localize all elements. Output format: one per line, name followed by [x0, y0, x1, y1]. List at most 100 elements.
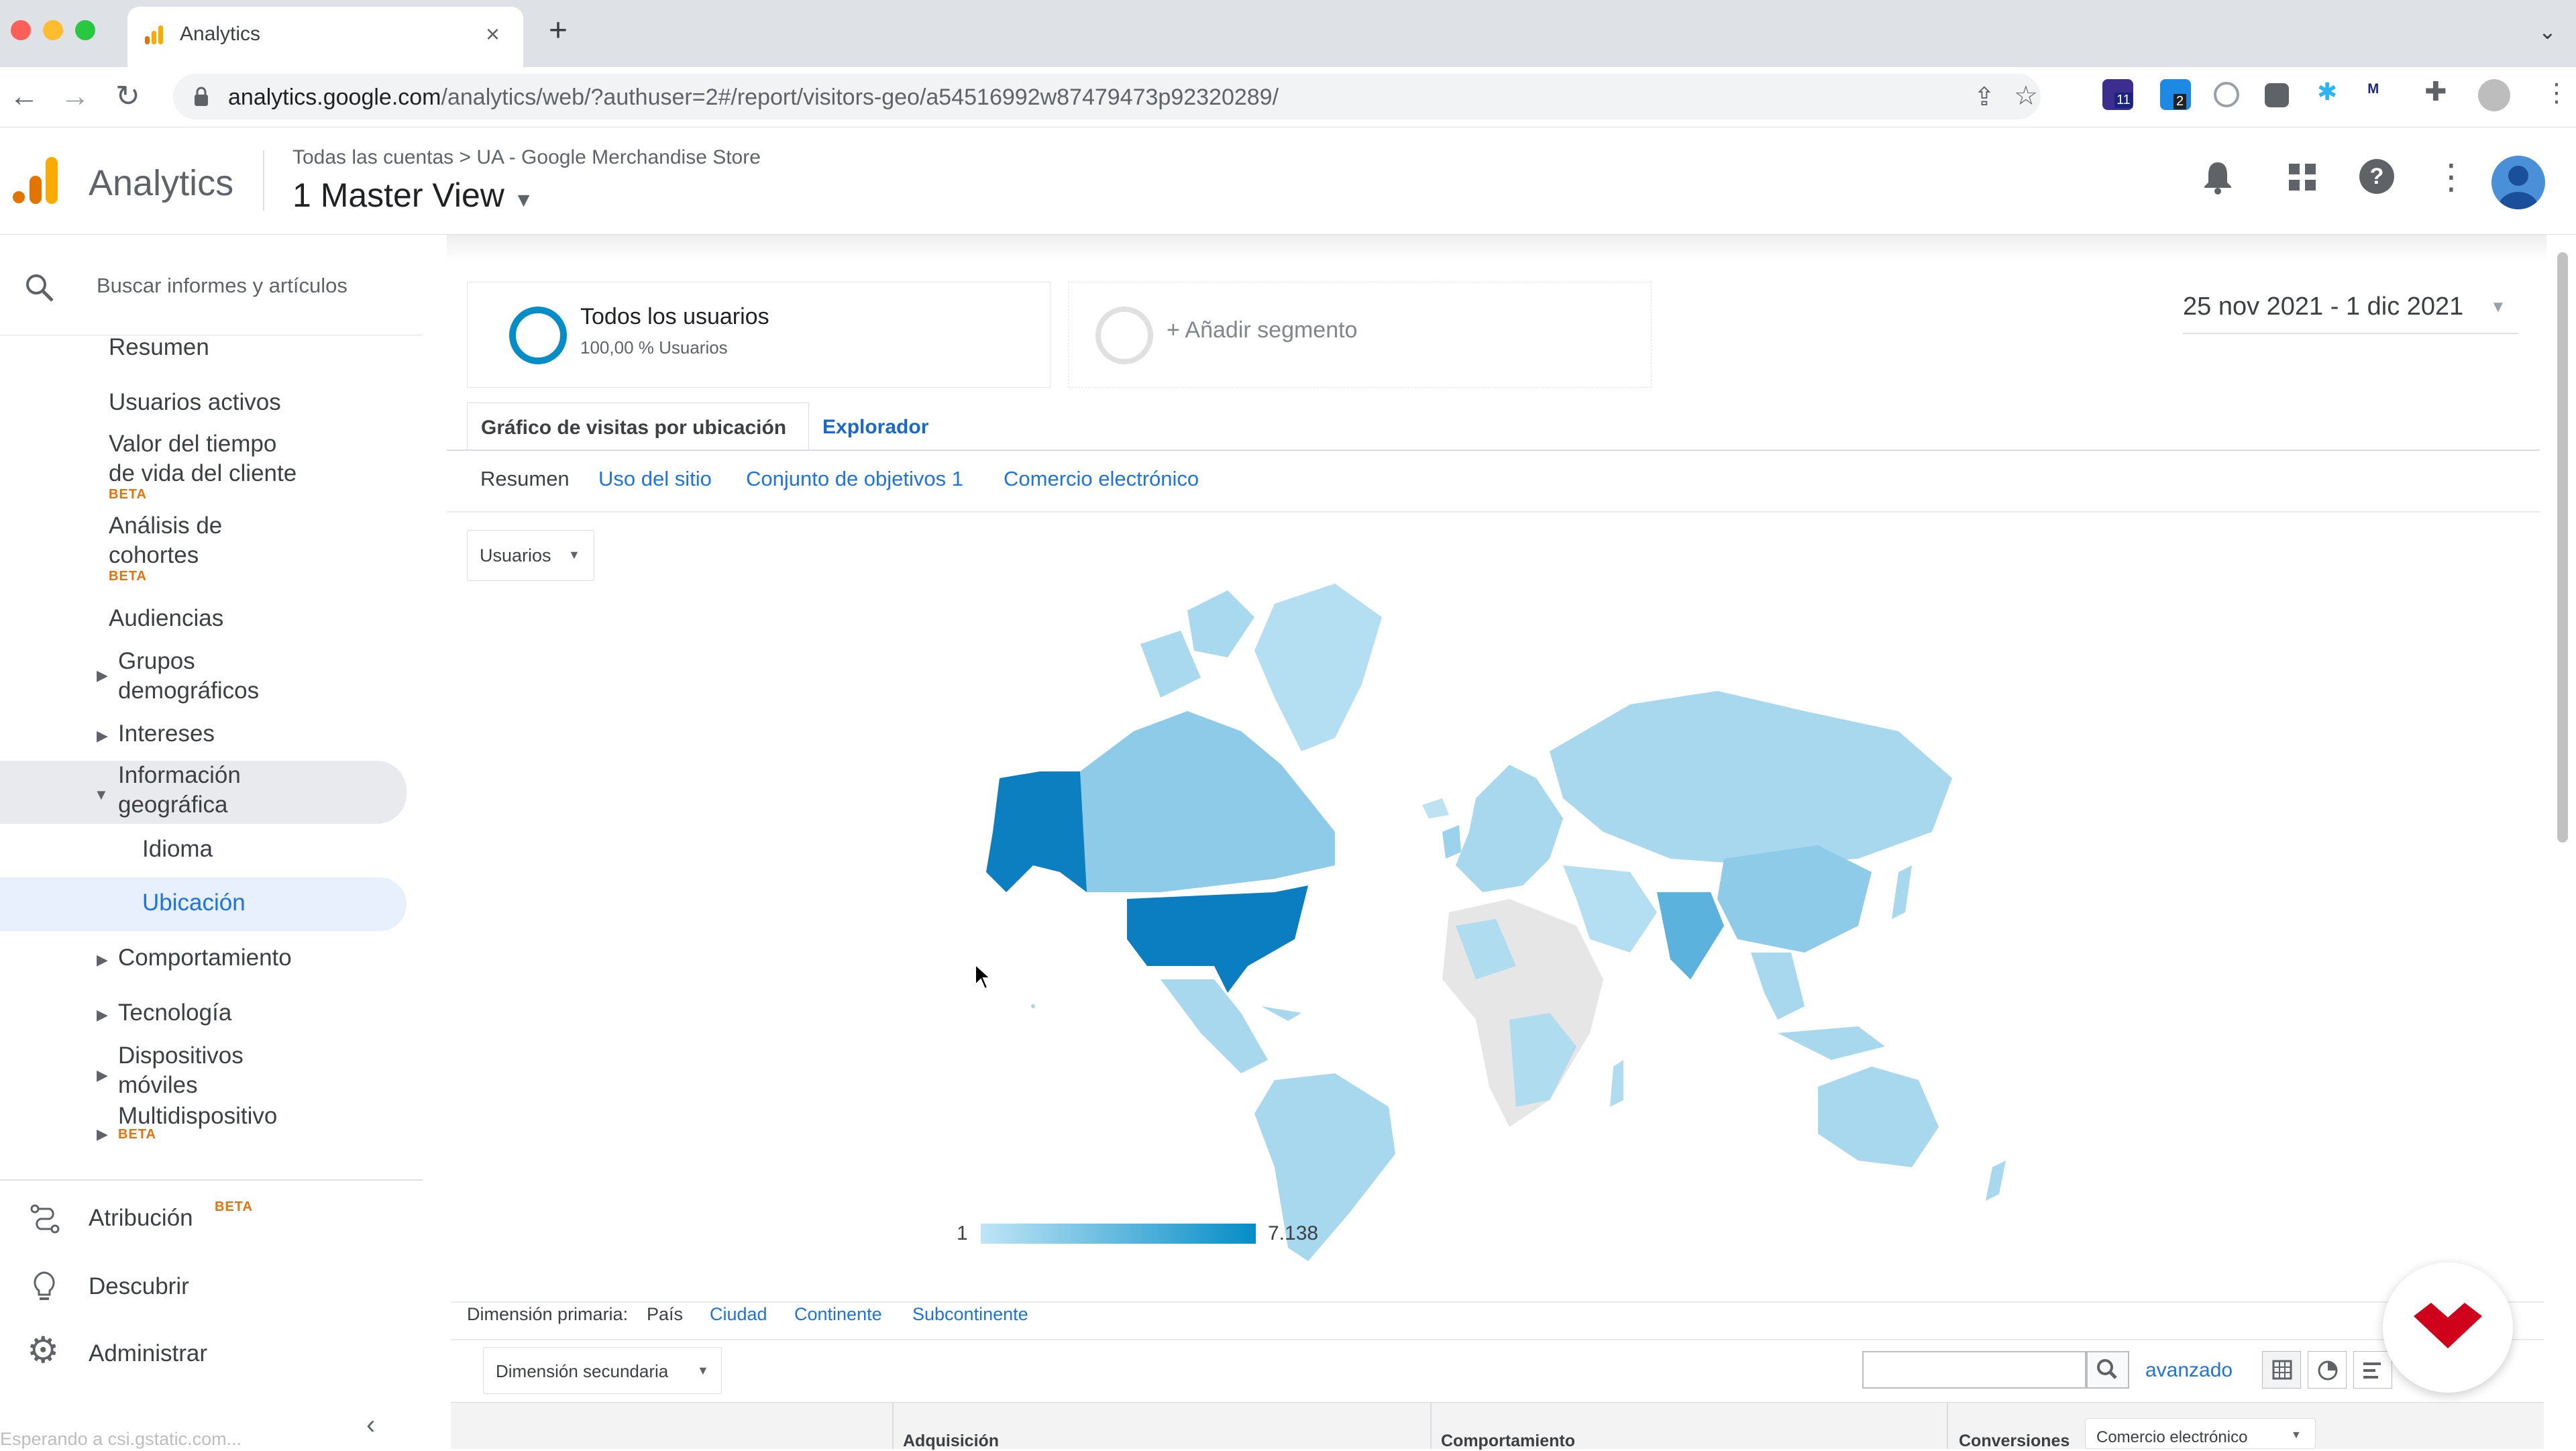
primary-dimension-subcontinente[interactable]: Subcontinente	[912, 1304, 1028, 1325]
metric-select[interactable]: Usuarios ▼	[467, 530, 594, 581]
help-icon[interactable]: ?	[2359, 158, 2395, 201]
map-region	[1818, 1067, 1939, 1167]
subtab-uso-sitio[interactable]: Uso del sitio	[598, 467, 712, 491]
world-map[interactable]	[959, 577, 2046, 1268]
status-bar-text: Esperando a csi.gstatic.com...	[0, 1429, 242, 1449]
sidebar-search[interactable]: Buscar informes y artículos	[0, 235, 423, 335]
subtabs-divider	[447, 511, 2540, 513]
caret-right-icon: ▶	[97, 727, 108, 744]
breadcrumb-accounts[interactable]: Todas las cuentas	[292, 146, 453, 168]
add-segment-button[interactable]: + Añadir segmento	[1068, 282, 1652, 388]
url-host: analytics.google.com	[228, 85, 441, 110]
primary-dimension-continente[interactable]: Continente	[794, 1304, 882, 1325]
map-region	[1127, 885, 1308, 993]
extension-graduation-icon[interactable]: 11	[2102, 79, 2133, 110]
extension-snowflake-icon[interactable]: ✱	[2317, 78, 2348, 109]
new-tab-button[interactable]: +	[549, 15, 568, 47]
share-icon[interactable]: ⇪	[1974, 82, 1995, 112]
pie-view-icon[interactable]	[2308, 1351, 2347, 1389]
tab-search-chevron-icon[interactable]: ⌄	[2538, 19, 2557, 44]
extension-compass-icon[interactable]	[2214, 82, 2239, 107]
browser-menu-icon[interactable]: ⋮	[2544, 78, 2575, 109]
profile-avatar-icon[interactable]	[2478, 79, 2510, 111]
conversions-select[interactable]: Comercio electrónico ▼	[2085, 1418, 2316, 1449]
bookmark-star-icon[interactable]: ☆	[2014, 80, 2038, 111]
segment-placeholder-icon	[1095, 307, 1153, 364]
close-window-button[interactable]	[11, 20, 31, 40]
extension-paint-icon[interactable]	[2265, 83, 2289, 107]
table-col-divider	[892, 1402, 894, 1449]
sidebar-item-idioma[interactable]: Idioma	[142, 835, 213, 864]
map-region	[986, 771, 1087, 892]
date-range-text: 25 nov 2021 - 1 dic 2021	[2183, 292, 2464, 321]
tab-explorador[interactable]: Explorador	[822, 416, 928, 439]
table-search-input[interactable]	[1862, 1351, 2086, 1389]
collapse-chevron-left-icon[interactable]: ‹	[366, 1410, 375, 1440]
address-bar[interactable]: analytics.google.com/analytics/web/?auth…	[173, 74, 2041, 119]
table-header-conversiones: Conversiones	[1959, 1432, 2070, 1450]
date-range-picker[interactable]: 25 nov 2021 - 1 dic 2021 ▼	[2183, 287, 2518, 334]
tab-close-icon[interactable]: ×	[486, 20, 500, 48]
apps-grid-icon[interactable]	[2288, 162, 2317, 198]
analytics-favicon-icon	[142, 23, 166, 47]
reload-icon[interactable]: ↻	[115, 78, 140, 115]
analytics-logo-icon[interactable]	[12, 157, 59, 204]
back-arrow-icon[interactable]: ←	[9, 78, 39, 115]
tab-title: Analytics	[180, 23, 261, 45]
map-region	[1140, 631, 1201, 698]
sidebar-item-resumen[interactable]: Resumen	[109, 333, 209, 362]
sidebar-item-label: Grupos	[118, 648, 195, 674]
breadcrumb-property[interactable]: UA - Google Merchandise Store	[476, 146, 761, 168]
sidebar-item-usuarios-activos[interactable]: Usuarios activos	[109, 388, 281, 417]
segment-todos-usuarios[interactable]: Todos los usuarios 100,00 % Usuarios	[467, 282, 1051, 388]
mouse-cursor-icon	[974, 963, 992, 993]
sidebar-item-label: demográficos	[118, 678, 260, 704]
sidebar-divider	[0, 1179, 423, 1181]
page-scrollbar[interactable]	[2557, 252, 2568, 843]
attribution-icon	[30, 1203, 60, 1238]
subtab-comercio-electronico[interactable]: Comercio electrónico	[1004, 467, 1199, 491]
primary-dimension-bottom-divider	[451, 1339, 2544, 1340]
more-vert-icon[interactable]: ⋮	[2434, 160, 2469, 195]
subtab-resumen[interactable]: Resumen	[480, 467, 570, 491]
user-avatar[interactable]	[2491, 156, 2545, 209]
tab-grafico-visitas[interactable]: Gráfico de visitas por ubicación	[467, 402, 809, 451]
map-region	[1254, 584, 1382, 751]
search-input[interactable]: Buscar informes y artículos	[97, 274, 347, 298]
tab-label: Gráfico de visitas por ubicación	[481, 417, 787, 439]
url-text: analytics.google.com/analytics/web/?auth…	[228, 85, 1279, 111]
maximize-window-button[interactable]	[75, 20, 95, 40]
primary-dimension-pais[interactable]: País	[647, 1304, 683, 1325]
legend-gradient	[981, 1224, 1256, 1244]
header-divider	[263, 150, 264, 211]
view-selector[interactable]: 1 Master View ▼	[292, 176, 533, 215]
sidebar-item-label: Valor del tiempo	[109, 431, 277, 457]
extensions-puzzle-icon[interactable]: ✚	[2424, 76, 2455, 107]
sidebar-item-label: móviles	[118, 1072, 198, 1098]
extension-translate-icon[interactable]: 2	[2160, 79, 2191, 110]
beta-badge: BETA	[109, 569, 147, 584]
table-view-grid-icon[interactable]	[2262, 1351, 2301, 1389]
minimize-window-button[interactable]	[43, 20, 63, 40]
extension-signal-icon[interactable]: ᴹ	[2368, 80, 2399, 111]
advanced-filter-link[interactable]: avanzado	[2145, 1359, 2233, 1382]
table-search-button[interactable]	[2086, 1351, 2129, 1389]
subtab-conjunto-objetivos[interactable]: Conjunto de objetivos 1	[746, 467, 963, 491]
notifications-bell-icon[interactable]	[2203, 160, 2233, 201]
sidebar-item-audiencias[interactable]: Audiencias	[109, 604, 223, 633]
primary-dimension-ciudad[interactable]: Ciudad	[710, 1304, 767, 1325]
map-region	[1550, 691, 1952, 865]
floating-brand-button[interactable]	[2383, 1262, 2513, 1393]
secondary-dimension-select[interactable]: Dimensión secundaria ▼	[483, 1347, 722, 1394]
caret-down-icon: ▼	[94, 786, 109, 803]
sidebar-item-label: Ubicación	[142, 890, 246, 916]
segment-circle-icon	[509, 307, 567, 364]
sidebar-item-label: geográfica	[118, 792, 228, 818]
caret-right-icon: ▶	[97, 667, 108, 684]
table-col-divider	[1947, 1402, 1948, 1449]
forward-arrow-icon[interactable]: →	[60, 78, 90, 115]
map-region	[1610, 1060, 1623, 1107]
extension-badge: 2	[2174, 94, 2187, 109]
browser-tab[interactable]: Analytics ×	[127, 7, 523, 67]
breadcrumb[interactable]: Todas las cuentas > UA - Google Merchand…	[292, 146, 761, 169]
